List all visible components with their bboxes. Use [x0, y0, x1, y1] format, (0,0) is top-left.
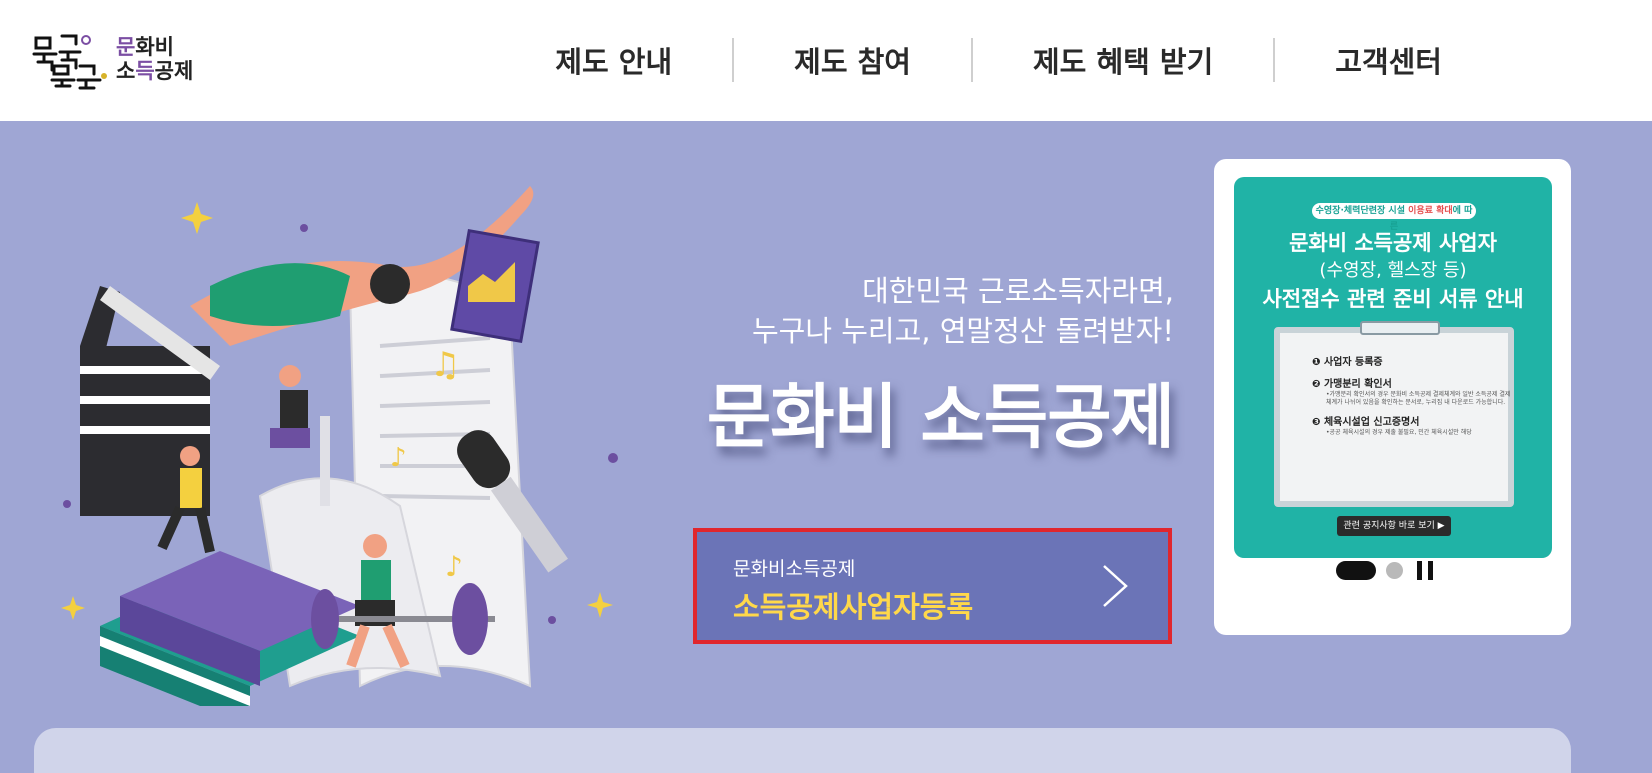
doc-item-heading: ❸ 체육시설업 신고증명서	[1312, 417, 1420, 428]
pager-dot-active[interactable]	[1336, 561, 1376, 580]
logo-text-accent-1: 문	[116, 35, 136, 59]
main-nav: 제도 안내 제도 참여 제도 혜택 받기 고객센터	[495, 30, 1502, 90]
hero-title: 문화비 소득공제	[706, 376, 1175, 458]
banner-pill-prefix: 수영장·체력단련장 시설	[1315, 206, 1409, 216]
doc-item-heading: ❶ 사업자 등록증	[1312, 357, 1383, 368]
banner-pill-highlight: 이용료 확대	[1408, 206, 1453, 216]
doc-item-desc: •공공 체육시설의 경우 제출 불필요, 민간 체육시설만 해당	[1326, 429, 1472, 436]
doc-item-desc: •가맹분리 확인서의 경우 문화비 소득공제 결제체계와 일반 소득공제 결제 …	[1326, 391, 1511, 406]
site-header: 문화비 소득공제 제도 안내 제도 참여 제도 혜택 받기 고객센터	[0, 0, 1652, 121]
nav-item-customer-center[interactable]: 고객센터	[1275, 39, 1502, 81]
banner-title-line2: (수영장, 헬스장 등)	[1319, 260, 1467, 281]
document-list: ❶ 사업자 등록증 ❷ 가맹분리 확인서 •가맹분리 확인서의 경우 문화비 소…	[1312, 357, 1512, 437]
banner-pill: 수영장·체력단련장 시설 이용료 확대에 따른	[1312, 203, 1476, 232]
nav-item-system-guide[interactable]: 제도 안내	[495, 39, 732, 81]
site-logo[interactable]: 문화비 소득공제	[32, 24, 202, 94]
pause-icon[interactable]	[1417, 561, 1433, 580]
nav-item-benefits[interactable]: 제도 혜택 받기	[973, 39, 1273, 81]
clipboard-clip	[1360, 321, 1440, 335]
banner-title-line3: 사전접수 관련 준비 서류 안내	[1262, 287, 1524, 311]
svg-text:♫: ♫	[430, 345, 460, 385]
logo-wordmark: 문화비 소득공제	[116, 35, 193, 83]
pager-dot[interactable]	[1386, 562, 1403, 579]
hero-tagline-line1: 대한민국 근로소득자라면,	[862, 274, 1174, 308]
svg-text:♪: ♪	[445, 550, 463, 583]
cta-sub-label: 문화비소득공제	[733, 558, 856, 580]
content-panel	[34, 728, 1571, 773]
logo-text-prefix-2: 소	[116, 59, 136, 83]
chevron-right-icon	[1103, 565, 1128, 607]
notice-banner-image[interactable]: 수영장·체력단련장 시설 이용료 확대에 따른 문화비 소득공제 사업자 (수영…	[1234, 177, 1552, 558]
banner-pager	[1336, 561, 1433, 580]
banner-title: 문화비 소득공제 사업자 (수영장, 헬스장 등) 사전접수 관련 준비 서류 …	[1234, 229, 1552, 313]
svg-text:♪: ♪	[390, 443, 407, 473]
cta-main-label: 소득공제사업자등록	[733, 590, 974, 624]
logo-text-rest-1: 화비	[135, 35, 174, 59]
nav-item-participation[interactable]: 제도 참여	[734, 39, 971, 81]
business-registration-button[interactable]: 문화비소득공제 소득공제사업자등록	[693, 528, 1172, 644]
clipboard-graphic: ❶ 사업자 등록증 ❷ 가맹분리 확인서 •가맹분리 확인서의 경우 문화비 소…	[1274, 321, 1514, 507]
logo-text-rest-2: 공제	[154, 59, 194, 83]
banner-notice-link[interactable]: 관련 공지사항 바로 보기 ▶	[1337, 516, 1451, 536]
logo-text-accent-2: 득	[135, 59, 155, 83]
hero-illustration: ♫ ♪ ♪	[61, 186, 618, 706]
hero-section: ♫ ♪ ♪ 대한민국 근로소득자라면, 누구나 누리고, 연말정산 돌려받자! …	[0, 121, 1652, 773]
hero-tagline-line2: 누구나 누리고, 연말정산 돌려받자!	[751, 314, 1174, 348]
banner-title-line1: 문화비 소득공제 사업자	[1289, 231, 1497, 255]
hero-tagline: 대한민국 근로소득자라면, 누구나 누리고, 연말정산 돌려받자!	[752, 271, 1174, 351]
logo-script-graphic	[32, 34, 107, 90]
doc-item-heading: ❷ 가맹분리 확인서	[1312, 379, 1392, 390]
